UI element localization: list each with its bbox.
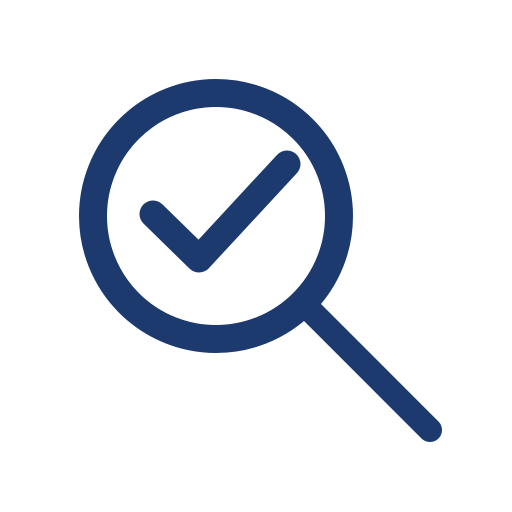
checkmark-icon [139,150,301,273]
icon-canvas [0,0,512,512]
search-check-icon [79,79,442,442]
magnifier-handle-icon [298,298,442,442]
